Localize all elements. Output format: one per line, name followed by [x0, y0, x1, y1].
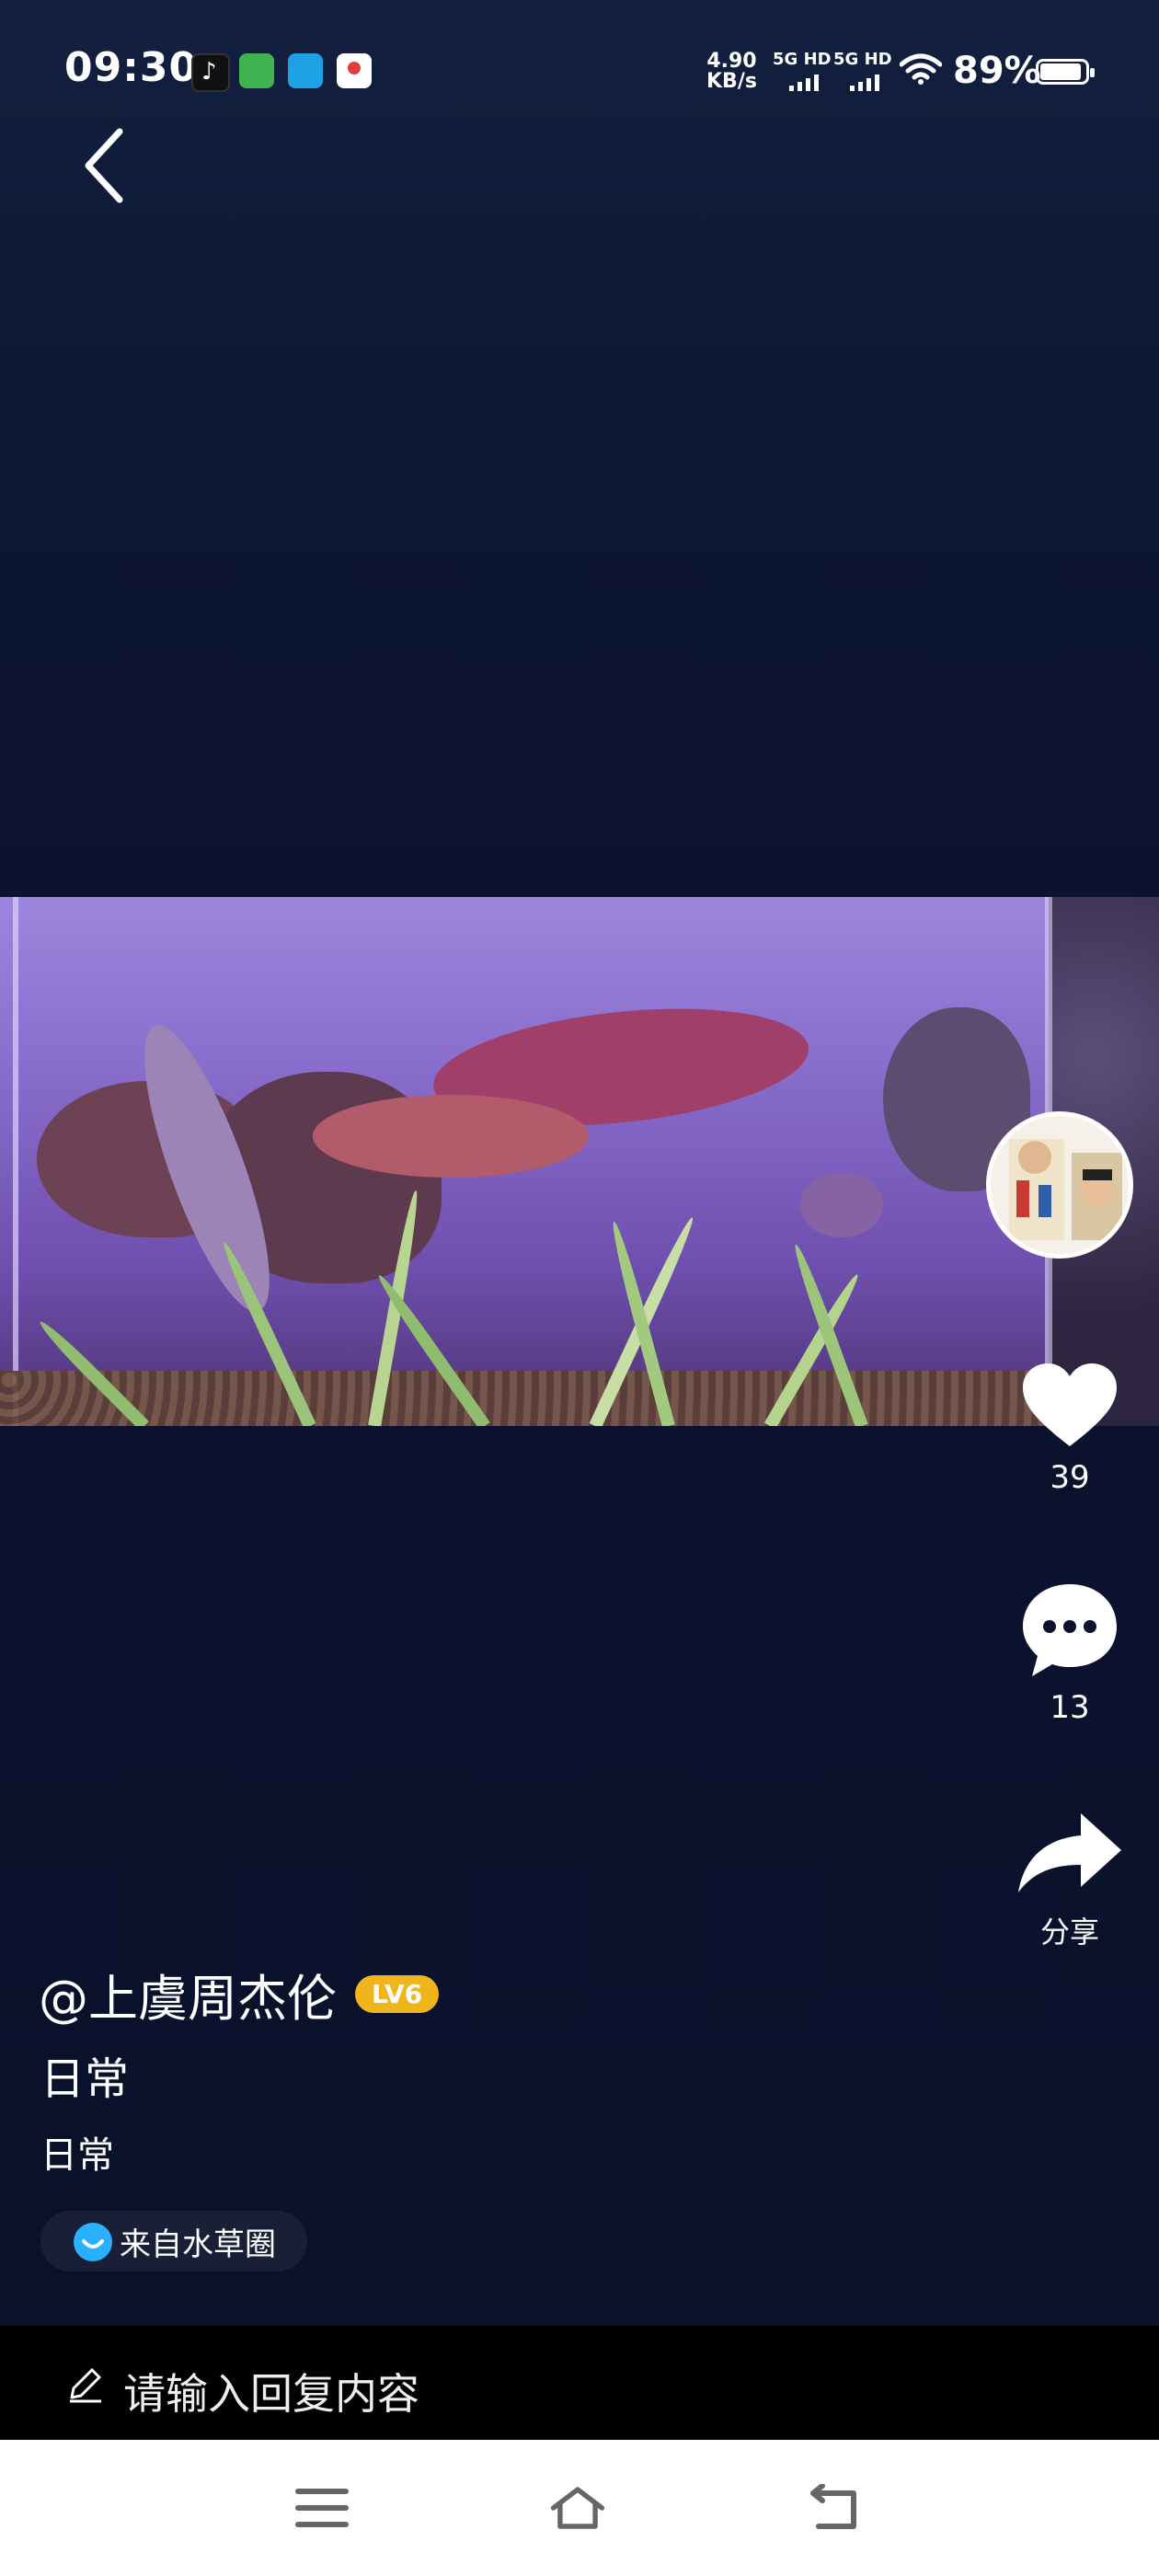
battery-icon [1036, 59, 1095, 85]
sim1-label: 5G HD [773, 50, 832, 69]
douyin-icon [191, 53, 230, 92]
network-speed-value: 4.90 [706, 50, 757, 73]
like-count: 39 [1050, 1459, 1090, 1496]
network-speed: 4.90 KB/s [706, 52, 757, 92]
aquarium-gravel [0, 1371, 1049, 1426]
source-label: 来自水草圈 [120, 2225, 276, 2263]
heart-icon [1023, 1363, 1117, 1446]
video-player[interactable] [0, 897, 1159, 1426]
system-nav-bar [0, 2440, 1159, 2576]
back-nav-icon[interactable] [808, 2484, 863, 2532]
share-arrow-icon [1018, 1813, 1121, 1892]
map-pin-icon [337, 53, 372, 88]
post-description: 日常 [40, 2134, 114, 2177]
share-label: 分享 [1039, 1915, 1099, 1949]
comment-count: 13 [1050, 1689, 1090, 1726]
sim1-signal-icon: 5G HD [773, 50, 832, 91]
wifi-icon [900, 53, 942, 85]
circle-community-icon [74, 2223, 112, 2261]
level-badge: LV6 [355, 1975, 440, 2013]
wechat-pay-icon [239, 53, 274, 88]
sim2-signal-icon: 5G HD [833, 50, 892, 91]
fish [800, 1173, 883, 1237]
home-icon[interactable] [550, 2484, 605, 2532]
comment-button[interactable]: 13 [1010, 1581, 1130, 1726]
comment-icon [1023, 1584, 1117, 1676]
network-speed-unit: KB/s [706, 70, 757, 93]
post-title: 日常 [40, 2053, 130, 2105]
author-row: @上虞周杰伦 LV6 [39, 1958, 440, 2030]
back-arrow-icon[interactable] [79, 124, 134, 207]
status-bar: 09:30 4.90 KB/s 5G HD 5G HD 89% [0, 0, 1159, 147]
author-avatar[interactable] [986, 1111, 1133, 1259]
source-circle-chip[interactable]: 来自水草圈 [40, 2211, 307, 2271]
reply-input[interactable]: 请输入回复内容 [123, 2361, 419, 2421]
ele-icon [288, 53, 323, 88]
fish [313, 1095, 589, 1178]
menu-icon[interactable] [294, 2484, 350, 2532]
reply-bar[interactable]: 请输入回复内容 [0, 2326, 1159, 2440]
battery-percent: 89% [953, 50, 1041, 92]
author-name[interactable]: @上虞周杰伦 [39, 1958, 337, 2030]
sim2-label: 5G HD [833, 50, 892, 69]
like-button[interactable]: 39 [1010, 1362, 1130, 1496]
share-button[interactable]: 分享 [1010, 1808, 1130, 1951]
status-time: 09:30 [64, 44, 199, 91]
pencil-icon [70, 2368, 101, 2403]
